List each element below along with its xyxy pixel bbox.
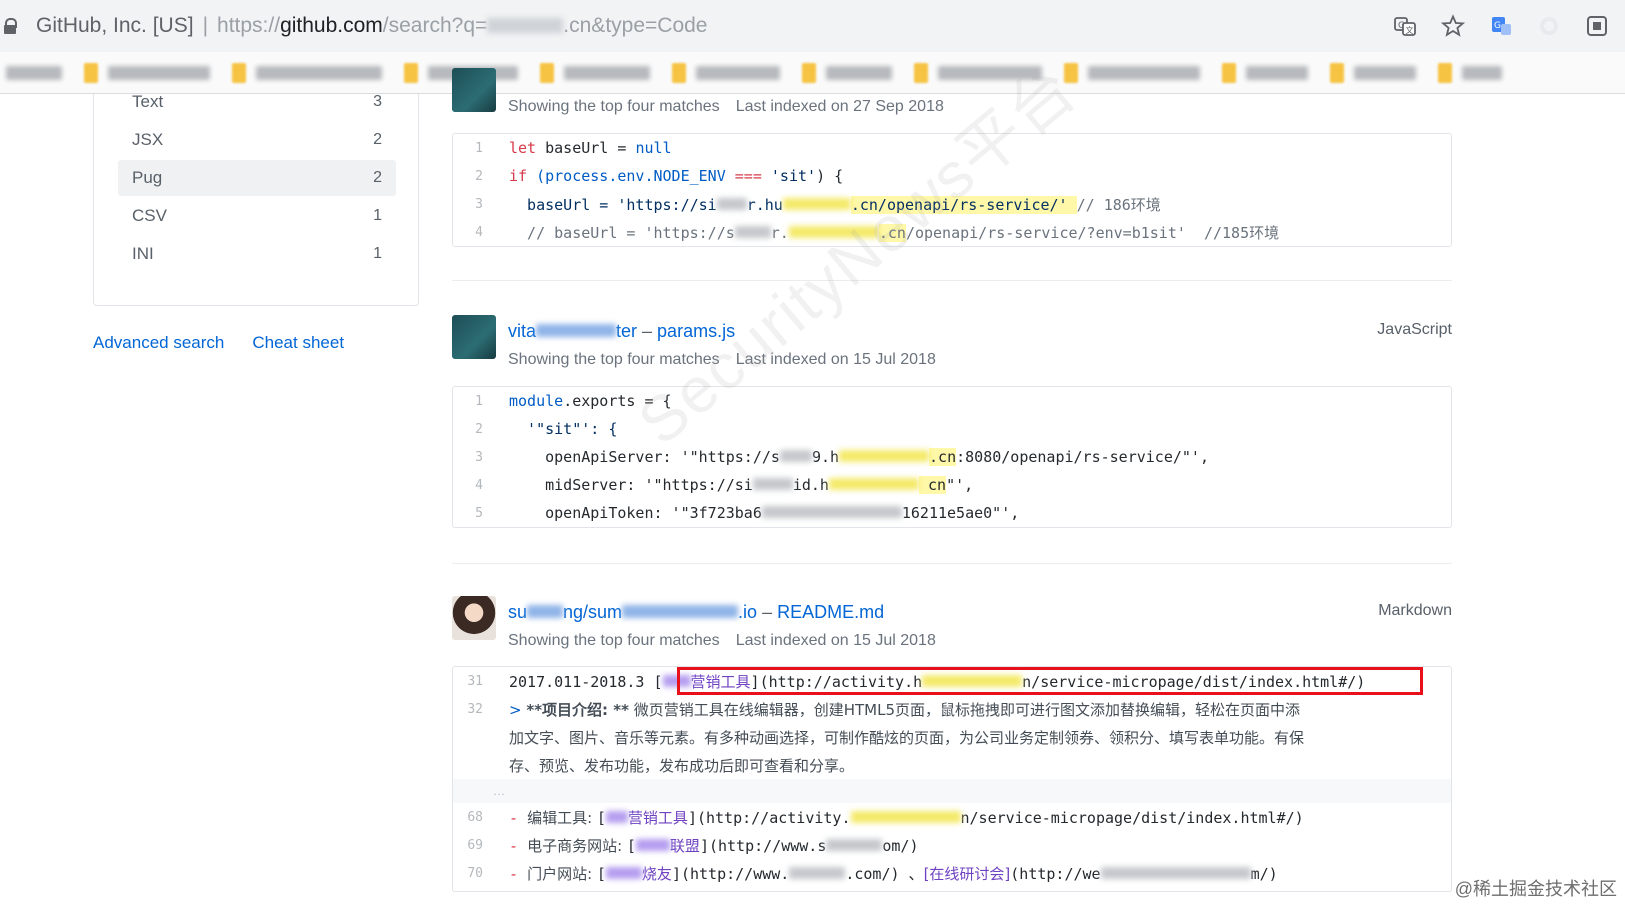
redacted-query (487, 18, 564, 33)
svg-text:G: G (1494, 21, 1501, 31)
star-icon[interactable] (1439, 12, 1467, 40)
bookmark-folder[interactable] (672, 61, 780, 85)
folder-icon (84, 62, 98, 83)
translate-icon[interactable]: G文 (1391, 12, 1419, 40)
site-identity[interactable]: GitHub, Inc. [US] (36, 14, 194, 38)
folder-icon (1330, 62, 1344, 83)
folder-icon (1438, 62, 1452, 83)
language-filter-jsx[interactable]: JSX 2 (118, 122, 396, 158)
cheat-sheet-link[interactable]: Cheat sheet (252, 333, 344, 353)
avatar[interactable] (452, 315, 496, 359)
result-meta: Showing the top four matches Last indexed… (508, 98, 944, 115)
lock-icon[interactable] (4, 18, 17, 34)
code-line: 存、预览、发布功能，发布成功后即可查看和分享。 (509, 756, 855, 775)
bookmark-folder[interactable] (232, 61, 382, 85)
language-filter-ini[interactable]: INI 1 (118, 236, 396, 272)
code-line: 32 > **项目介绍: ** 微页营销工具在线编辑器，创建HTML5页面，鼠标拖… (467, 700, 1301, 719)
url-separator: | (202, 14, 209, 37)
url-domain: github.com (280, 14, 383, 37)
language-filter-pug[interactable]: Pug 2 (118, 160, 396, 196)
folder-icon (540, 62, 554, 83)
bookmark-folder[interactable] (1064, 61, 1200, 85)
url-text[interactable]: https://github.com/search?q= .cn&type=Cod… (217, 14, 707, 38)
extension-icon[interactable]: G (1487, 12, 1515, 40)
result-title: su ng/sum .io – README.md (508, 602, 885, 622)
bookmark-folder[interactable] (1222, 61, 1308, 85)
code-line: 1 module.exports = { (475, 392, 672, 410)
repo-link[interactable]: su ng/sum .io (508, 602, 757, 622)
profile-icon[interactable] (1535, 12, 1563, 40)
search-result: vita ter – params.js JavaScript Showing t… (452, 310, 1452, 530)
code-line: 5 openApiToken: '"3f723ba6 16211e5ae0"', (475, 504, 1020, 522)
language-label: JavaScript (1377, 321, 1452, 338)
avatar[interactable] (452, 68, 496, 112)
bookmark-folder[interactable] (1330, 61, 1416, 85)
source-credit: @稀土掘金技术社区 (1454, 879, 1617, 899)
code-line: 68- 编辑工具: [营销工具](http://activity. n/servi… (467, 808, 1304, 827)
result-meta: Showing the top four matches Last indexed… (508, 632, 936, 649)
bookmark-item[interactable] (6, 61, 62, 85)
code-line: 3 openApiServer: '"https://s 9.h .cn:8080/… (475, 448, 1209, 466)
folder-icon (232, 62, 246, 83)
folder-icon (672, 62, 686, 83)
bookmark-folder[interactable] (1438, 61, 1502, 85)
avatar[interactable] (452, 596, 496, 640)
code-line: 70- 门户网站: [烧友](http://www. .com/) 、[在线研讨会… (467, 864, 1278, 883)
repo-link[interactable]: vita ter (508, 321, 637, 341)
code-snippet: 1 module.exports = { 2 '"sit"': { 3 openA… (452, 386, 1452, 528)
folder-icon (914, 62, 928, 83)
result-divider (452, 563, 1452, 564)
code-line: 加文字、图片、音乐等元素。有多种动画选择，可制作酷炫的页面，为公司业务定制领券、… (509, 728, 1305, 747)
address-bar[interactable]: GitHub, Inc. [US] | https://github.com/s… (0, 0, 1625, 52)
result-divider (452, 280, 1452, 281)
code-line: 31 2017.011-2018.3 [营销工具](http://activity… (453, 667, 1451, 695)
advanced-search-link[interactable]: Advanced search (93, 333, 224, 353)
language-label: Markdown (1378, 602, 1452, 619)
language-filter-csv[interactable]: CSV 1 (118, 198, 396, 234)
folder-icon (1222, 62, 1236, 83)
search-result: su ng/sum .io – README.md Markdown Showing… (452, 590, 1452, 900)
highlight-box (677, 667, 1423, 695)
folder-icon (404, 62, 418, 83)
code-line: 4 midServer: '"https://si id.h cn"', (475, 476, 974, 494)
language-filter-panel: Text 3 JSX 2 Pug 2 CSV 1 INI 1 (93, 92, 419, 306)
bookmark-folder[interactable] (84, 61, 210, 85)
expand-hidden-lines[interactable]: … (453, 779, 1451, 803)
file-link[interactable]: README.md (777, 602, 884, 622)
language-filter-text[interactable]: Text 3 (118, 84, 396, 120)
bookmark-folder[interactable] (802, 61, 892, 85)
folder-icon (802, 62, 816, 83)
code-snippet: 31 2017.011-2018.3 [营销工具](http://activity… (452, 666, 1452, 892)
code-line: 69- 电子商务网站: [联盟](http://www.s om/) (467, 836, 919, 855)
bookmark-folder[interactable] (540, 61, 650, 85)
window-icon[interactable] (1583, 12, 1611, 40)
svg-text:文: 文 (1406, 25, 1414, 35)
code-line: 2 '"sit"': { (475, 420, 618, 438)
